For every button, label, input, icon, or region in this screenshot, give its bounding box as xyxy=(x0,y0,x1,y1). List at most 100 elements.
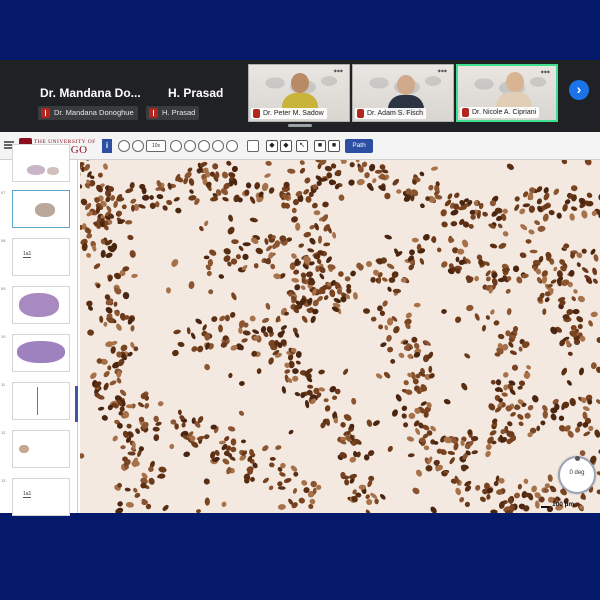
video-tile-label: Dr. Peter M. Sadow xyxy=(251,108,327,119)
mic-off-icon xyxy=(149,108,158,118)
stained-nucleus xyxy=(419,258,425,265)
stained-nucleus xyxy=(485,444,492,450)
stained-nucleus xyxy=(383,371,391,379)
stained-nucleus xyxy=(570,185,578,192)
stained-nucleus xyxy=(97,172,103,178)
chevron-right-icon[interactable]: › xyxy=(569,80,589,100)
slide-thumbnail[interactable]: 1a1 xyxy=(12,478,70,516)
stained-nucleus xyxy=(428,365,433,373)
stained-nucleus xyxy=(224,314,230,322)
stained-nucleus xyxy=(582,406,590,412)
stained-nucleus xyxy=(284,369,291,374)
stained-nucleus xyxy=(403,380,409,386)
tissue-thumbnail xyxy=(27,165,45,175)
stained-nucleus xyxy=(268,187,275,194)
stained-nucleus xyxy=(436,247,442,253)
video-tile[interactable]: ◆◆◆ Dr. Peter M. Sadow xyxy=(248,64,350,122)
stained-nucleus xyxy=(262,445,269,452)
stained-nucleus xyxy=(249,315,256,322)
participant-name-tile[interactable]: Dr. Mandana Do... xyxy=(40,86,141,100)
stained-nucleus xyxy=(443,399,451,405)
stained-nucleus xyxy=(218,324,223,333)
stained-nucleus xyxy=(172,349,179,357)
stained-nucleus xyxy=(137,402,145,408)
orientation-dial[interactable]: 0 deg xyxy=(558,456,596,494)
stained-nucleus xyxy=(386,263,395,270)
slide-thumbnail[interactable] xyxy=(12,430,70,468)
stained-nucleus xyxy=(270,263,276,270)
rectangle-tool-icon[interactable] xyxy=(247,140,259,152)
stained-nucleus xyxy=(119,389,127,396)
stained-nucleus xyxy=(156,194,164,200)
stained-nucleus xyxy=(292,368,299,375)
slide-thumbnail[interactable] xyxy=(12,144,70,182)
thumbnail-scrollbar[interactable] xyxy=(75,386,78,422)
stained-nucleus xyxy=(586,192,593,198)
scale-label: 100 µm xyxy=(552,501,575,508)
stained-nucleus xyxy=(381,277,388,282)
slide-thumbnail[interactable] xyxy=(12,382,70,420)
split-view-icon[interactable]: ■ xyxy=(314,140,326,152)
stained-nucleus xyxy=(567,351,573,356)
stained-nucleus xyxy=(475,484,481,491)
rotate-icon[interactable] xyxy=(184,140,196,152)
stained-nucleus xyxy=(171,259,179,267)
stained-nucleus xyxy=(571,206,578,211)
video-tile-name: Dr. Adam S. Fisch xyxy=(367,110,424,117)
participant-name-tile[interactable]: H. Prasad xyxy=(168,86,223,100)
stained-nucleus xyxy=(514,204,520,211)
circle-tool-icon[interactable] xyxy=(226,140,238,152)
slide-number: 07 xyxy=(1,190,6,195)
stained-nucleus xyxy=(430,166,439,171)
home-view-icon[interactable] xyxy=(118,140,130,152)
pen-icon[interactable] xyxy=(212,140,224,152)
next-slide-icon[interactable]: ◆ xyxy=(280,140,292,152)
stained-nucleus xyxy=(529,249,538,254)
microscopy-image-canvas[interactable] xyxy=(80,160,600,513)
pointer-icon[interactable]: ↖ xyxy=(296,140,308,152)
slide-thumbnail[interactable] xyxy=(12,334,70,372)
fullscreen-icon[interactable]: ■ xyxy=(328,140,340,152)
video-tile-active-speaker[interactable]: ◆◆◆ Dr. Nicole A. Cipriani xyxy=(456,64,558,122)
measure-icon[interactable] xyxy=(198,140,210,152)
stained-nucleus xyxy=(392,288,402,294)
annotation-icon[interactable] xyxy=(170,140,182,152)
stained-nucleus xyxy=(576,316,584,323)
stained-nucleus xyxy=(242,330,251,336)
stained-nucleus xyxy=(398,352,405,359)
slide-thumbnail-selected[interactable] xyxy=(12,190,70,228)
stained-nucleus xyxy=(474,275,479,282)
magnification-button[interactable]: 10x xyxy=(146,140,166,152)
stained-nucleus xyxy=(202,324,207,331)
slide-thumbnail[interactable]: 1a1 xyxy=(12,238,70,276)
slide-thumbnail[interactable] xyxy=(12,286,70,324)
stained-nucleus xyxy=(384,192,391,200)
stained-nucleus xyxy=(301,315,308,323)
stained-nucleus xyxy=(227,426,236,432)
previous-slide-icon[interactable]: ◆ xyxy=(266,140,278,152)
stained-nucleus xyxy=(177,341,185,347)
stained-nucleus xyxy=(581,248,587,254)
stained-nucleus xyxy=(415,469,423,477)
stained-nucleus xyxy=(584,160,592,166)
stained-nucleus xyxy=(265,160,272,166)
video-tile[interactable]: ◆◆◆ Dr. Adam S. Fisch xyxy=(352,64,454,122)
stained-nucleus xyxy=(125,512,133,513)
stained-nucleus xyxy=(548,209,555,216)
stained-nucleus xyxy=(553,188,560,195)
zoom-icon[interactable] xyxy=(132,140,144,152)
stained-nucleus xyxy=(366,498,373,506)
stained-nucleus xyxy=(485,450,491,458)
path-button[interactable]: Path xyxy=(345,139,373,153)
stained-nucleus xyxy=(358,484,367,490)
stained-nucleus xyxy=(485,270,491,277)
stained-nucleus xyxy=(238,245,244,252)
stained-nucleus xyxy=(405,312,412,319)
stained-nucleus xyxy=(490,379,496,385)
stained-nucleus xyxy=(264,238,269,245)
stained-nucleus xyxy=(590,311,598,318)
stained-nucleus xyxy=(293,269,300,275)
stained-nucleus xyxy=(485,315,490,320)
info-button[interactable]: i xyxy=(102,139,112,153)
drag-handle[interactable] xyxy=(288,124,312,127)
